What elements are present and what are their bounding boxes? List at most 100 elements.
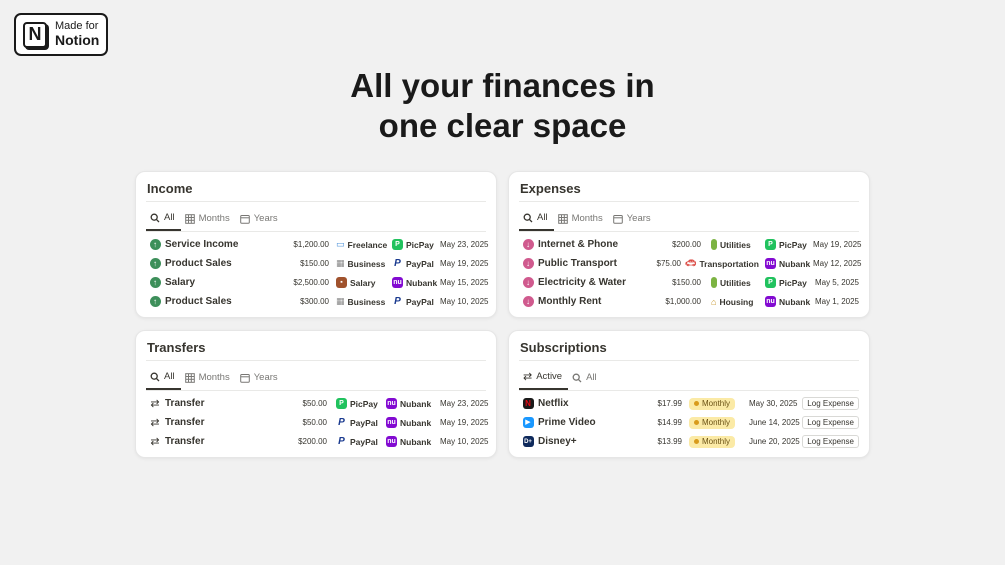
tab-years[interactable]: Years — [609, 206, 657, 231]
badge-line2: Notion — [55, 31, 100, 48]
tab-months[interactable]: Months — [554, 206, 609, 231]
arrow-down-circle-icon: ↓ — [522, 277, 534, 289]
row-category: ▪ Salary — [336, 277, 392, 288]
frequency-pill: Monthly — [689, 435, 736, 448]
row-account: P PayPal — [392, 258, 440, 269]
table-row[interactable]: ↑ Service Income $1,200.00 ▭ Freelance PP… — [146, 235, 488, 254]
tab-all[interactable]: All — [146, 206, 181, 231]
nubank-icon: nu — [386, 417, 397, 428]
table-row[interactable]: ⇄ Transfer $50.00 P PayPal nu Nubank May 1… — [146, 413, 488, 432]
row-date: May 1, 2025 — [814, 297, 859, 306]
search-icon — [523, 213, 533, 222]
car-icon: 🚗︎ — [685, 258, 697, 268]
made-for-notion-badge: N Made for Notion — [14, 13, 108, 56]
table-row[interactable]: ↑ Product Sales $300.00 ▦ Business P PayPa… — [146, 292, 488, 311]
row-from-label: PicPay — [350, 398, 378, 409]
row-date: May 10, 2025 — [440, 437, 489, 446]
battery-icon — [711, 239, 717, 250]
subscriptions-tabs: ⇄ Active All — [519, 365, 859, 391]
row-category: Utilities — [711, 277, 765, 288]
search-icon — [150, 213, 160, 222]
tab-months[interactable]: Months — [181, 365, 236, 390]
calendar-icon — [239, 214, 250, 224]
table-row[interactable]: ↓ Monthly Rent $1,000.00 ⌂ Housing nu Nuba… — [519, 292, 859, 311]
row-amount: $2,500.00 — [293, 278, 329, 287]
frequency-label: Monthly — [702, 399, 731, 408]
table-row[interactable]: ↑ Salary $2,500.00 ▪ Salary nu Nubank May … — [146, 273, 488, 292]
row-name: Disney+ — [538, 436, 577, 447]
log-expense-button[interactable]: Log Expense — [802, 416, 859, 429]
disney-plus-icon: D+ — [522, 436, 534, 448]
tab-months[interactable]: Months — [181, 206, 236, 231]
table-row[interactable]: ▶ Prime Video $14.99 Monthly June 14, 20… — [519, 413, 859, 432]
row-amount: $50.00 — [302, 418, 327, 427]
table-icon — [184, 213, 195, 224]
arrow-up-circle-icon: ↑ — [149, 258, 161, 270]
tab-active[interactable]: ⇄ Active — [519, 365, 569, 390]
briefcase-icon: ▪ — [336, 277, 347, 288]
log-expense-button[interactable]: Log Expense — [802, 397, 859, 410]
nubank-icon: nu — [765, 258, 776, 269]
search-icon — [150, 372, 160, 381]
row-account: nu Nubank — [765, 296, 813, 307]
row-to-account: nu Nubank — [386, 417, 440, 428]
table-row[interactable]: ↓ Internet & Phone $200.00 Utilities P Pi… — [519, 235, 861, 254]
tab-years-label: Years — [253, 213, 278, 224]
table-row[interactable]: ↓ Electricity & Water $150.00 Utilities … — [519, 273, 859, 292]
row-from-account: P PayPal — [336, 436, 386, 447]
row-account: P PicPay — [392, 239, 440, 250]
row-frequency: Monthly — [689, 416, 749, 429]
row-amount: $14.99 — [657, 418, 682, 427]
log-expense-button[interactable]: Log Expense — [802, 435, 859, 448]
tab-all-label: All — [164, 212, 175, 223]
row-name: Transfer — [165, 417, 205, 428]
tab-all[interactable]: All — [568, 365, 603, 390]
income-title: Income — [146, 172, 486, 202]
row-from-account: P PicPay — [336, 398, 386, 409]
table-row[interactable]: N Netflix $17.99 Monthly May 30, 2025 Lo… — [519, 394, 859, 413]
row-category-label: Transportation — [699, 258, 759, 269]
transfers-title: Transfers — [146, 331, 486, 361]
row-category: 🚗︎ Transportation — [685, 258, 765, 269]
table-row[interactable]: ↑ Product Sales $150.00 ▦ Business P PayPa… — [146, 254, 488, 273]
building-icon: ▦ — [336, 296, 345, 306]
tab-years-label: Years — [626, 213, 651, 224]
tab-months-label: Months — [198, 372, 230, 383]
row-amount: $150.00 — [300, 259, 329, 268]
row-account-label: PicPay — [406, 239, 434, 250]
table-row[interactable]: D+ Disney+ $13.99 Monthly June 20, 2025 … — [519, 432, 859, 451]
table-icon — [557, 213, 568, 224]
row-amount: $150.00 — [672, 278, 701, 287]
row-account-label: PayPal — [406, 258, 434, 269]
row-amount: $300.00 — [300, 297, 329, 306]
row-account: P PicPay — [765, 239, 813, 250]
tab-active-label: Active — [536, 371, 563, 382]
arrow-up-circle-icon: ↑ — [149, 239, 161, 251]
tab-months-label: Months — [571, 213, 603, 224]
row-date: May 30, 2025 — [749, 399, 798, 408]
tab-years[interactable]: Years — [236, 365, 284, 390]
row-frequency: Monthly — [689, 397, 749, 410]
headline: All your finances in one clear space — [0, 66, 1005, 146]
arrow-down-circle-icon: ↓ — [522, 239, 534, 251]
tab-years[interactable]: Years — [236, 206, 284, 231]
row-category-label: Freelance — [347, 239, 388, 250]
frequency-pill: Monthly — [689, 397, 736, 410]
row-category-label: Salary — [350, 277, 376, 288]
row-category-label: Housing — [719, 296, 754, 307]
row-name: Salary — [165, 277, 196, 288]
pill-dot — [694, 401, 699, 406]
table-row[interactable]: ⇄ Transfer $50.00 P PicPay nu Nubank May 2… — [146, 394, 488, 413]
table-row[interactable]: ⇄ Transfer $200.00 P PayPal nu Nubank May … — [146, 432, 489, 451]
table-row[interactable]: ↓ Public Transport $75.00 🚗︎ Transportati… — [519, 254, 861, 273]
tab-all[interactable]: All — [519, 206, 554, 231]
picpay-icon: P — [336, 398, 347, 409]
row-from-label: PayPal — [350, 436, 378, 447]
tab-years-label: Years — [253, 372, 278, 383]
row-amount: $200.00 — [298, 437, 327, 446]
prime-video-icon: ▶ — [522, 417, 534, 429]
tab-all[interactable]: All — [146, 365, 181, 390]
row-account-label: PayPal — [406, 296, 434, 307]
arrow-down-circle-icon: ↓ — [522, 296, 534, 308]
nubank-icon: nu — [386, 436, 397, 447]
